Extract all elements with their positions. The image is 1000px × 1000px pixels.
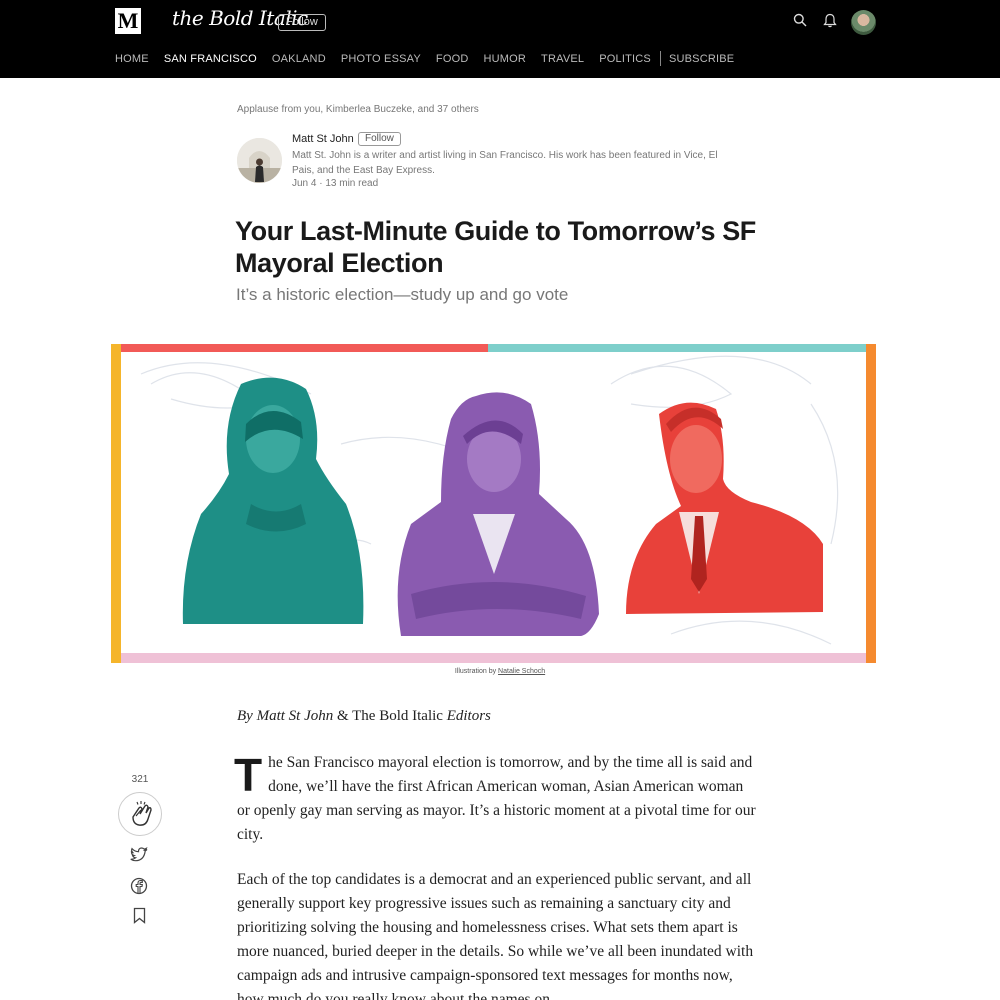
caption-prefix: Illustration by (454, 668, 497, 675)
clap-hands-icon (132, 801, 152, 826)
follow-publication-button[interactable]: Follow (278, 14, 326, 31)
site-header: M the Bold Italic Follow HOME SAN FRANCI… (0, 0, 1000, 78)
nav-item-san-francisco[interactable]: SAN FRANCISCO (164, 53, 257, 65)
frame-left-bar (111, 344, 121, 663)
byline-publication[interactable]: The Bold Italic (352, 708, 443, 724)
candidate-teal-figure (182, 377, 364, 624)
nav-item-home[interactable]: HOME (115, 53, 149, 65)
paragraph-second: Each of the top candidates is a democrat… (237, 871, 754, 1000)
twitter-icon[interactable] (130, 847, 148, 863)
image-caption: Illustration by Natalie Schoch (0, 668, 1000, 675)
nav-item-photo-essay[interactable]: PHOTO ESSAY (341, 53, 421, 65)
candidate-red-figure (626, 402, 823, 614)
nav-divider (659, 51, 661, 66)
paragraph-intro-text: he San Francisco mayoral election is tom… (237, 754, 756, 843)
byline-author: By Matt St John (237, 708, 334, 724)
byline-ampersand: & (336, 708, 349, 724)
hero-illustration (111, 344, 876, 663)
nav-item-travel[interactable]: TRAVEL (541, 53, 584, 65)
author-name[interactable]: Matt St John (292, 133, 354, 145)
author-photo-image (237, 138, 282, 183)
clap-count: 321 (131, 774, 149, 785)
caption-credit-link[interactable]: Natalie Schoch (498, 668, 545, 675)
nav-item-subscribe[interactable]: SUBSCRIBE (669, 53, 734, 65)
frame-top-right-bar (488, 344, 876, 352)
nav-item-humor[interactable]: HUMOR (483, 53, 526, 65)
frame-right-bar (866, 344, 876, 663)
frame-bottom-bar (121, 653, 866, 663)
frame-top-left-bar (111, 344, 488, 352)
user-avatar[interactable] (851, 10, 876, 35)
paragraph-intro: The San Francisco mayoral election is to… (234, 749, 759, 847)
byline-suffix: Editors (446, 708, 491, 724)
byline: By Matt St John & The Bold Italic Editor… (237, 708, 491, 725)
candidate-purple-figure (397, 392, 599, 636)
author-bio: Matt St. John is a writer and artist liv… (292, 150, 718, 176)
applause-note[interactable]: Applause from you, Kimberlea Buczeke, an… (237, 104, 479, 115)
nav-item-oakland[interactable]: OAKLAND (272, 53, 326, 65)
follow-author-button[interactable]: Follow (358, 132, 401, 146)
medium-logo[interactable]: M (115, 8, 141, 34)
article-date-readtime: Jun 4 · 13 min read (292, 178, 379, 189)
clap-button[interactable] (118, 792, 162, 836)
article-subtitle: It’s a historic election—study up and go… (236, 285, 569, 304)
author-avatar[interactable] (237, 138, 282, 183)
search-icon[interactable] (793, 13, 807, 27)
candidates-illustration (111, 344, 876, 663)
facebook-icon[interactable] (130, 877, 148, 895)
nav-item-food[interactable]: FOOD (436, 53, 469, 65)
notification-bell-icon[interactable] (823, 13, 837, 28)
bookmark-icon[interactable] (133, 907, 146, 924)
nav-item-politics[interactable]: POLITICS (599, 53, 651, 65)
drop-cap: T (234, 749, 263, 801)
article-title: Your Last-Minute Guide to Tomorrow’s SF … (235, 216, 756, 278)
nav-bar: HOME SAN FRANCISCO OAKLAND PHOTO ESSAY F… (115, 51, 749, 66)
